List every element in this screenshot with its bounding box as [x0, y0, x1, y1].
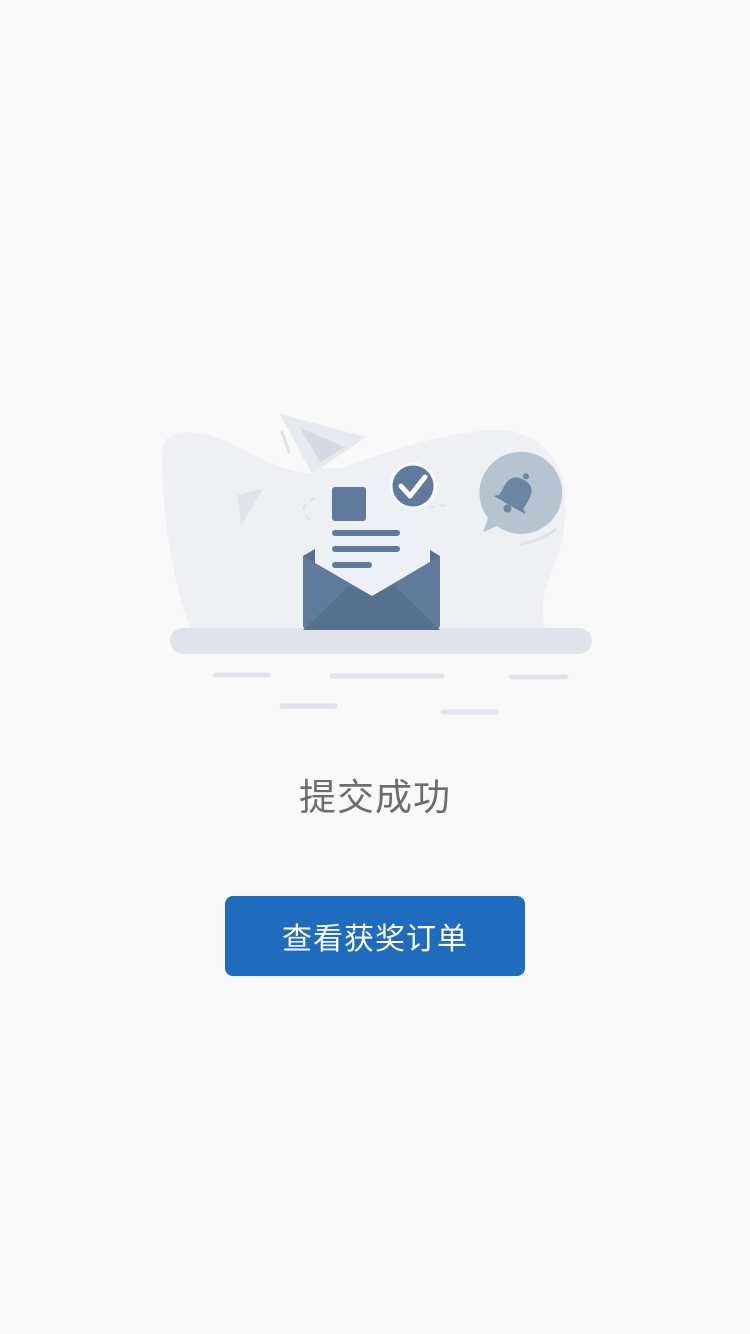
- submitted-mail-illustration: [162, 414, 592, 715]
- status-title: 提交成功: [299, 776, 451, 819]
- check-icon: [389, 462, 437, 510]
- ground-dashes: [212, 672, 569, 715]
- ground-bar: [170, 628, 592, 654]
- view-prize-orders-button[interactable]: 查看获奖订单: [225, 896, 525, 976]
- plane-streak: [280, 430, 291, 454]
